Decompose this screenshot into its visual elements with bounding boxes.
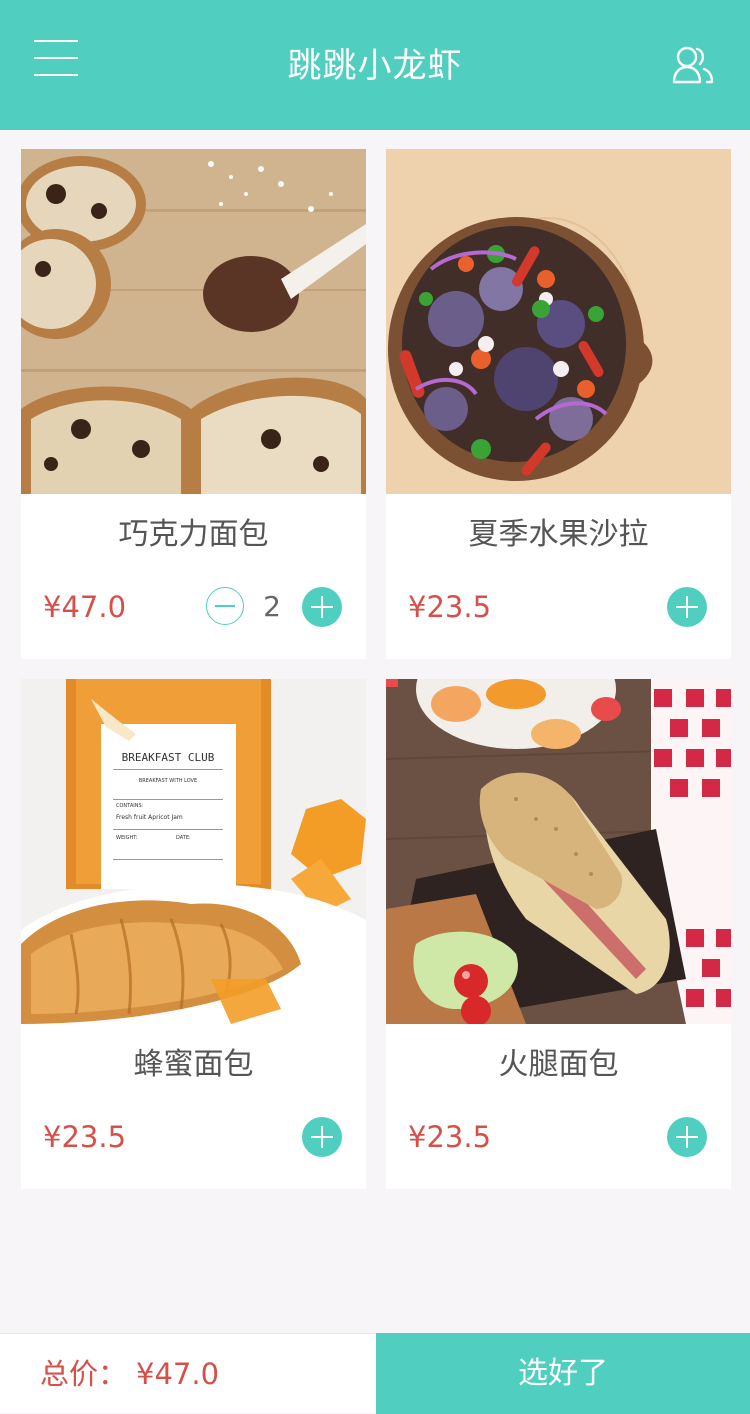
product-name: 蜂蜜面包 <box>133 1047 254 1082</box>
product-card[interactable]: 巧克力面包 ¥47.0 2 <box>21 149 366 659</box>
svg-text:WEIGHT:: WEIGHT: <box>116 835 138 841</box>
product-price: ¥23.5 <box>408 590 492 624</box>
product-price: ¥47.0 <box>43 590 127 624</box>
total-price: ¥47.0 <box>136 1357 220 1391</box>
svg-text:Fresh fruit Apricot Jam: Fresh fruit Apricot Jam <box>116 814 183 821</box>
fruit-salad-photo <box>386 149 731 494</box>
chocolate-bread-photo <box>21 149 366 494</box>
total-label: 总价： <box>40 1357 128 1391</box>
add-to-cart-button[interactable] <box>302 1117 342 1157</box>
quantity-value: 2 <box>263 590 281 623</box>
svg-text:CONTAINS:: CONTAINS: <box>116 803 144 809</box>
add-to-cart-button[interactable] <box>302 587 342 627</box>
svg-text:BREAKFAST CLUB: BREAKFAST CLUB <box>122 751 215 764</box>
decrease-quantity-button[interactable] <box>206 587 244 625</box>
honey-bread-photo: BREAKFAST CLUB BREAKFAST WITH LOVE CONTA… <box>21 679 366 1024</box>
cart-footer: 总价： ¥47.0 选好了 <box>0 1333 750 1414</box>
product-card[interactable]: BREAKFAST CLUB BREAKFAST WITH LOVE CONTA… <box>21 679 366 1189</box>
ham-bread-photo <box>386 679 731 1024</box>
svg-text:BREAKFAST WITH LOVE: BREAKFAST WITH LOVE <box>139 778 197 784</box>
product-price: ¥23.5 <box>408 1120 492 1154</box>
confirm-order-button[interactable]: 选好了 <box>376 1333 750 1414</box>
svg-text:DATE:: DATE: <box>176 835 191 841</box>
product-grid: 巧克力面包 ¥47.0 2 夏季水果沙拉 ¥23.5 BREAKFAST CLU… <box>0 0 750 1330</box>
product-card[interactable]: 夏季水果沙拉 ¥23.5 <box>386 149 731 659</box>
product-price: ¥23.5 <box>43 1120 127 1154</box>
product-name: 巧克力面包 <box>118 517 269 552</box>
add-to-cart-button[interactable] <box>667 1117 707 1157</box>
product-card[interactable]: 火腿面包 ¥23.5 <box>386 679 731 1189</box>
product-name: 火腿面包 <box>498 1047 619 1082</box>
product-name: 夏季水果沙拉 <box>468 517 649 552</box>
add-to-cart-button[interactable] <box>667 587 707 627</box>
